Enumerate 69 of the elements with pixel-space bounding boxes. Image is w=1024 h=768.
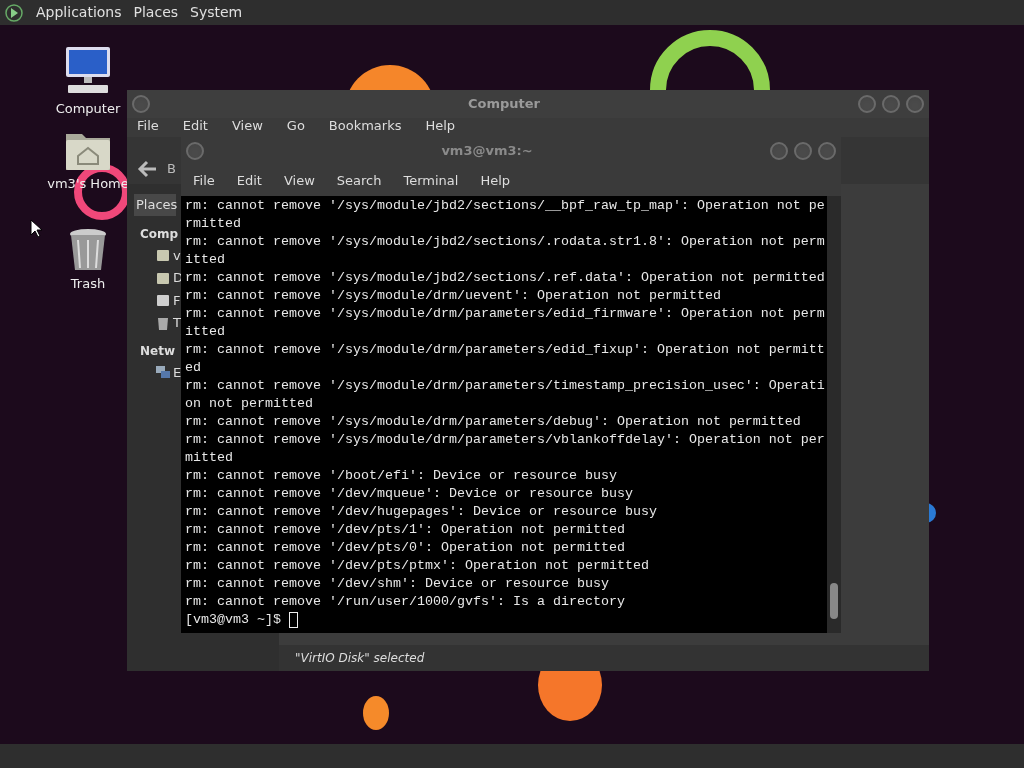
maximize-button[interactable]	[794, 142, 812, 160]
terminal-line: rm: cannot remove '/run/user/1000/gvfs': Is a directory	[185, 593, 626, 611]
close-button[interactable]	[906, 95, 924, 113]
terminal-line: rm: cannot remove '/dev/shm': Device or resource busy	[185, 575, 610, 593]
terminal-line: rm: cannot remove '/dev/mqueue': Device or resource busy	[185, 485, 634, 503]
network-icon	[156, 365, 170, 380]
menu-item[interactable]: Bookmarks	[328, 118, 402, 134]
terminal-line: rm: cannot remove '/sys/module/drm/parameters/edid_fixup': Operation not permitt	[185, 341, 826, 359]
status-text: "VirtIO Disk" selected	[295, 650, 425, 667]
panel-menu[interactable]: Applications	[36, 2, 122, 23]
window-menu-button[interactable]	[132, 95, 150, 113]
terminal-line: rm: cannot remove '/sys/module/drm/parameters/edid_firmware': Operation not perm	[185, 305, 826, 323]
trash-icon	[68, 228, 108, 272]
terminal-line: on not permitted	[185, 395, 314, 413]
shell-prompt: [vm3@vm3 ~]$	[185, 611, 281, 629]
panel-menu[interactable]: Places	[133, 2, 179, 23]
menu-item[interactable]: Help	[425, 118, 456, 134]
maximize-button[interactable]	[882, 95, 900, 113]
sidebar-heading: Netw	[140, 342, 175, 360]
menu-item[interactable]: Edit	[236, 170, 262, 191]
menu-item[interactable]: Edit	[182, 118, 208, 134]
terminal-line: rm: cannot remove '/dev/pts/ptmx': Operation not permitted	[185, 557, 650, 575]
window-menu-button[interactable]	[186, 142, 204, 160]
terminal-line: rm: cannot remove '/dev/pts/0': Operation not permitted	[185, 539, 626, 557]
minimize-button[interactable]	[858, 95, 876, 113]
sidebar-item[interactable]: F	[173, 290, 181, 310]
terminal-line: ed	[185, 359, 202, 377]
menu-item[interactable]: File	[193, 170, 215, 191]
window-title: vm3@vm3:~	[440, 142, 534, 161]
terminal-line: rm: cannot remove '/sys/module/drm/parameters/debug': Operation not permitted	[185, 413, 802, 431]
sidebar-heading: Comp	[140, 225, 179, 243]
trash-icon	[156, 315, 170, 330]
sidebar-tab[interactable]: Places	[134, 194, 176, 216]
minimize-button[interactable]	[770, 142, 788, 160]
sidebar-item[interactable]: E	[173, 362, 182, 382]
terminal-line: rm: cannot remove '/sys/module/jbd2/sections/__bpf_raw_tp_map': Operation not pe	[185, 197, 826, 215]
desktop-icon-label[interactable]: Trash	[70, 274, 106, 294]
terminal-line: rm: cannot remove '/sys/module/drm/parameters/timestamp_precision_usec': Operati	[185, 377, 826, 395]
scrollbar[interactable]	[827, 196, 841, 633]
terminal-line: rm: cannot remove '/sys/module/drm/uevent': Operation not permitted	[185, 287, 722, 305]
terminal-line: rm: cannot remove '/dev/hugepages': Device or resource busy	[185, 503, 658, 521]
desktop-icon-label[interactable]: Computer	[55, 99, 121, 119]
terminal-line: rm: cannot remove '/dev/pts/1': Operation not permitted	[185, 521, 626, 539]
terminal-line: mitted	[185, 449, 234, 467]
menu-item[interactable]: View	[231, 118, 263, 134]
mouse-pointer-icon	[30, 219, 42, 237]
menu-logo-icon	[4, 2, 24, 23]
menu-item[interactable]: Terminal	[403, 170, 459, 191]
menu-item[interactable]: View	[283, 170, 315, 191]
terminal-line: rm: cannot remove '/sys/module/drm/parameters/vblankoffdelay': Operation not per	[185, 431, 826, 449]
terminal-line: itted	[185, 323, 226, 341]
menu-item[interactable]: Search	[336, 170, 382, 191]
window-title: Computer	[467, 95, 541, 114]
terminal-line: rm: cannot remove '/boot/efi': Device or resource busy	[185, 467, 618, 485]
terminal-line: rm: cannot remove '/sys/module/jbd2/sections/.rodata.str1.8': Operation not perm	[185, 233, 826, 251]
text-cursor	[289, 612, 298, 628]
sidebar-item[interactable]: T	[173, 313, 181, 333]
sidebar-item[interactable]: v	[173, 245, 181, 265]
menu-item[interactable]: Go	[286, 118, 305, 134]
terminal-line: rmitted	[185, 215, 242, 233]
panel-menu[interactable]: System	[190, 2, 243, 23]
wallpaper-blob	[363, 696, 389, 730]
terminal-line: itted	[185, 251, 226, 269]
close-button[interactable]	[818, 142, 836, 160]
menu-item[interactable]: File	[137, 118, 159, 134]
back-arrow-icon[interactable]	[137, 160, 159, 178]
terminal-line: rm: cannot remove '/sys/module/jbd2/sections/.ref.data': Operation not permitted	[185, 269, 826, 287]
menu-item[interactable]: Help	[480, 170, 511, 191]
back-button[interactable]: B	[167, 158, 176, 178]
